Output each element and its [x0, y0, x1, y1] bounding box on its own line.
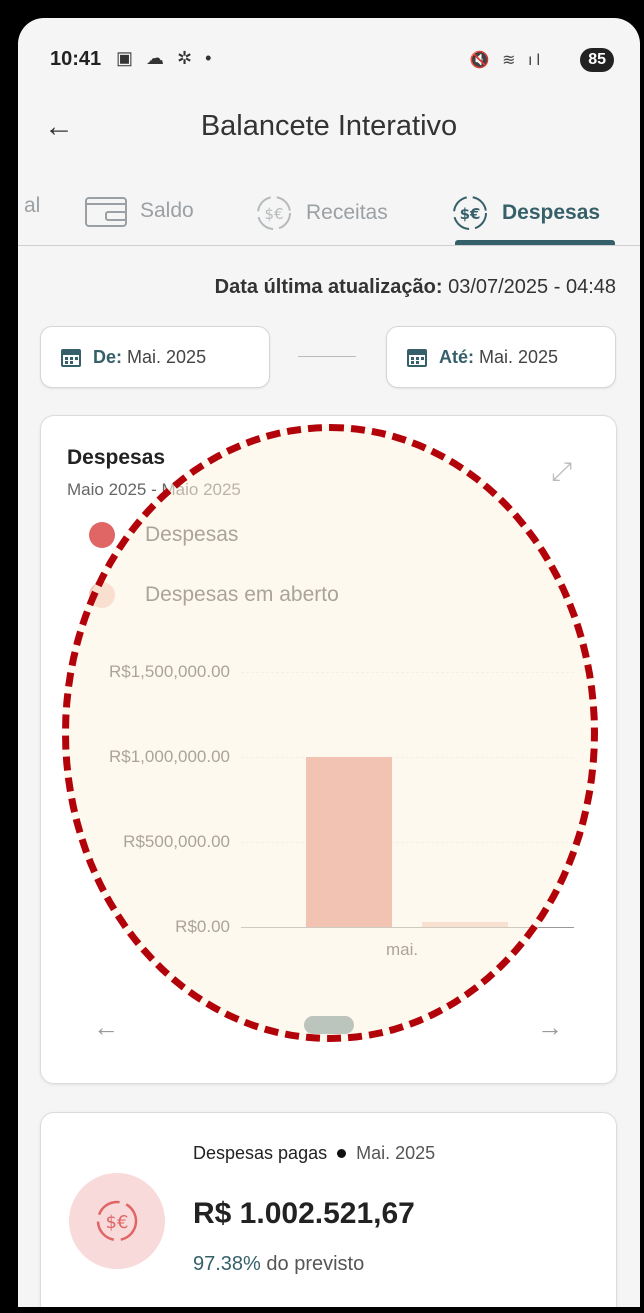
battery-icon: 85: [580, 48, 614, 72]
y-tick-label: R$1,500,000.00: [109, 662, 230, 681]
date-from-button[interactable]: De: Mai. 2025: [40, 326, 270, 388]
kpi-icon-circle: $€: [69, 1173, 165, 1269]
x-tick-label: mai.: [386, 940, 419, 959]
kpi-percent-suffix: do previsto: [266, 1253, 365, 1275]
currency-exchange-icon: $€: [453, 196, 487, 230]
legend-label: Despesas em aberto: [145, 583, 339, 606]
app-bar: ← Balancete Interativo: [18, 98, 640, 168]
expand-icon[interactable]: ⤢: [551, 456, 572, 488]
status-time: 10:41: [50, 48, 102, 70]
wallet-icon: [85, 197, 127, 227]
chart-title: Despesas: [67, 446, 166, 469]
notification-icons: ▣ ☁ ✲ •: [116, 48, 216, 68]
phone-frame: 10:41 ▣ ☁ ✲ • 🔇 ≋ ıl 85 ← Balancete Inte…: [0, 0, 644, 1313]
status-bar: 10:41 ▣ ☁ ✲ • 🔇 ≋ ıl 85: [18, 18, 640, 98]
legend-label: Despesas: [145, 523, 239, 546]
kpi-card: $€ Despesas pagas Mai. 2025 R$ 1.002.521,…: [40, 1112, 617, 1307]
currency-exchange-icon: $€: [257, 196, 291, 230]
signal-icons: 🔇 ≋ ıl: [469, 52, 544, 69]
kpi-label: Despesas pagas: [193, 1143, 328, 1163]
bar-despesas-em-aberto[interactable]: [422, 922, 508, 927]
kpi-value: R$ 1.002.521,67: [193, 1197, 415, 1230]
tab-receitas[interactable]: $€ Receitas: [254, 194, 388, 232]
legend-item-despesas[interactable]: Despesas: [89, 522, 238, 548]
y-tick-label: R$500,000.00: [123, 832, 230, 851]
bar-despesas[interactable]: [306, 756, 392, 927]
tab-label: Receitas: [306, 201, 388, 224]
calendar-icon: [61, 349, 81, 367]
chart-card: Despesas Maio 2025 - Maio 2025 ⤢ Despesa…: [40, 415, 617, 1084]
kpi-percent-row: 97.38% do previsto: [193, 1253, 364, 1276]
tab-geral[interactable]: al: [24, 194, 40, 218]
last-update-label: Data última atualização:: [214, 276, 443, 298]
date-to-label: Até:: [439, 346, 474, 367]
chart-prev-arrow-icon[interactable]: ←: [93, 1012, 119, 1043]
kpi-percent: 97.38%: [193, 1253, 261, 1275]
last-update-text: Data última atualização: 03/07/2025 - 04…: [215, 276, 616, 299]
currency-exchange-icon: $€: [96, 1200, 138, 1242]
svg-text:$€: $€: [264, 205, 283, 223]
chart-next-arrow-icon[interactable]: →: [537, 1012, 563, 1043]
chart-page-indicator[interactable]: [304, 1016, 354, 1034]
legend-item-despesas-em-aberto[interactable]: Despesas em aberto: [89, 582, 339, 608]
chart-subtitle: Maio 2025 - Maio 2025: [67, 480, 241, 499]
grid-line: [241, 757, 574, 758]
legend-swatch: [89, 522, 115, 548]
active-tab-indicator: [455, 240, 615, 245]
date-to-button[interactable]: Até: Mai. 2025: [386, 326, 616, 388]
svg-text:$€: $€: [460, 205, 481, 223]
kpi-label-row: Despesas pagas Mai. 2025: [193, 1143, 435, 1164]
tab-label: Saldo: [140, 199, 194, 222]
app-screen: 10:41 ▣ ☁ ✲ • 🔇 ≋ ıl 85 ← Balancete Inte…: [18, 18, 640, 1307]
grid-line: [241, 672, 574, 673]
last-update-value: 03/07/2025 - 04:48: [448, 276, 616, 298]
y-tick-label: R$0.00: [175, 917, 230, 936]
x-axis-line: [241, 927, 574, 928]
y-tick-label: R$1,000,000.00: [109, 747, 230, 766]
page-title: Balancete Interativo: [200, 110, 458, 142]
legend-swatch: [89, 582, 115, 608]
tab-label: Despesas: [502, 201, 601, 224]
date-to-value: Mai. 2025: [479, 346, 559, 367]
separator-dot: [337, 1148, 347, 1158]
tab-bar: al Saldo $€ Receitas $€ Despesas: [18, 168, 640, 246]
kpi-month: Mai. 2025: [356, 1143, 436, 1163]
calendar-icon: [407, 349, 427, 367]
tab-saldo[interactable]: Saldo: [84, 194, 194, 228]
date-from-value: Mai. 2025: [127, 346, 207, 367]
tab-despesas[interactable]: $€ Despesas: [450, 194, 600, 232]
svg-text:$€: $€: [106, 1212, 129, 1233]
tab-label: al: [24, 194, 41, 217]
grid-line: [241, 842, 574, 843]
date-separator: [298, 356, 356, 357]
date-from-label: De:: [93, 346, 123, 367]
